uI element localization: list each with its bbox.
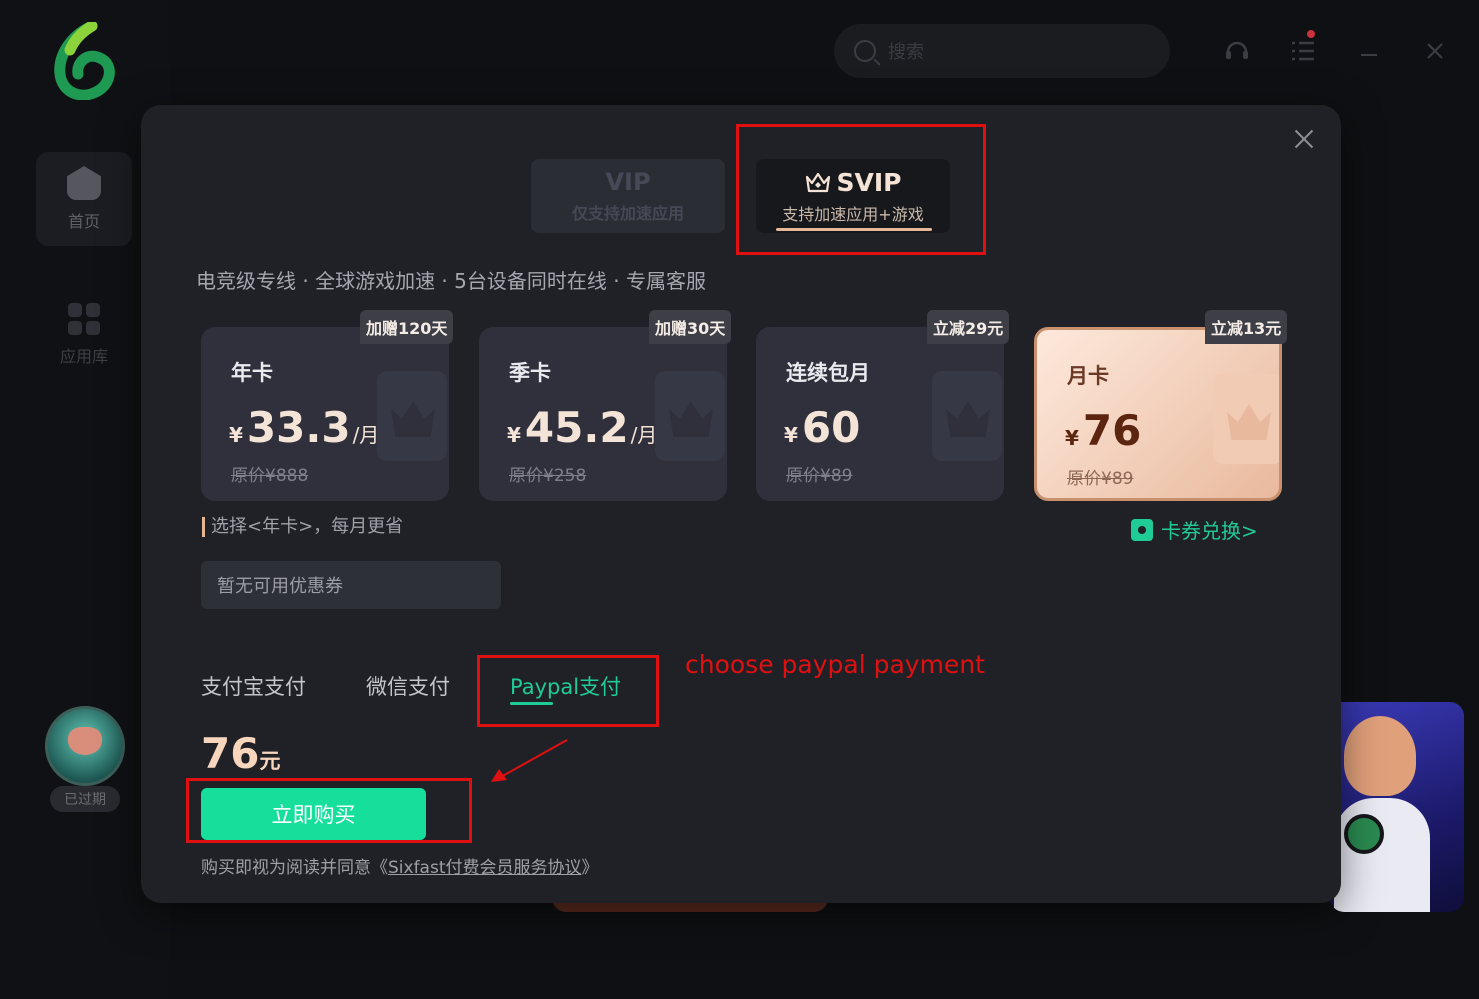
search-bar[interactable]: 搜索 <box>834 24 1170 78</box>
plan-price: ¥60 <box>784 403 861 452</box>
plan-original-price: 原价¥258 <box>509 466 587 486</box>
plan-original-price: 原价¥888 <box>231 466 309 486</box>
tier-tab-vip[interactable]: VIP 仅支持加速应用 <box>531 159 725 233</box>
search-placeholder: 搜索 <box>888 42 924 63</box>
service-agreement-link[interactable]: Sixfast付费会员服务协议 <box>388 858 582 878</box>
window-close-icon[interactable] <box>1420 36 1450 66</box>
plan-price: ¥76 <box>1065 406 1142 455</box>
annotation-box-svip <box>736 124 986 255</box>
menu-list-icon[interactable] <box>1288 36 1318 66</box>
membership-status-badge: 已过期 <box>50 786 120 812</box>
plan-hint: 选择<年卡>，每月更省 <box>202 517 403 537</box>
user-avatar[interactable]: 已过期 <box>42 706 128 814</box>
nav-apps-label: 应用库 <box>59 347 108 366</box>
tier-vip-title: VIP <box>605 168 651 196</box>
plan-card-quarterly[interactable]: 季卡 ¥45.2/月 原价¥258 <box>479 327 727 501</box>
annotation-box-paypal <box>477 655 659 727</box>
svip-features: 电竞级专线 · 全球游戏加速 · 5台设备同时在线 · 专属客服 <box>196 269 706 293</box>
plan-badge: 立减13元 <box>1205 310 1288 344</box>
crown-watermark-icon <box>1213 374 1279 464</box>
minimize-icon[interactable] <box>1354 36 1384 66</box>
plan-price: ¥33.3/月 <box>229 403 380 452</box>
plan-badge: 立减29元 <box>927 310 1010 344</box>
home-icon <box>67 166 101 200</box>
banner-character-body <box>1334 798 1430 912</box>
payment-tab-alipay[interactable]: 支付宝支付 <box>201 671 306 701</box>
banner-character-head <box>1344 716 1416 796</box>
crown-watermark-icon <box>932 371 1002 461</box>
nav-home-label: 首页 <box>67 212 100 231</box>
promo-banner[interactable] <box>1330 702 1464 912</box>
tier-vip-subtitle: 仅支持加速应用 <box>571 204 684 223</box>
ticket-icon <box>1131 518 1153 541</box>
plan-badge: 加赠120天 <box>360 310 454 344</box>
plan-name: 连续包月 <box>786 361 870 385</box>
payment-tab-wechat[interactable]: 微信支付 <box>366 671 450 701</box>
redeem-label: 卡券兑换> <box>1161 519 1258 543</box>
crown-watermark-icon <box>377 371 447 461</box>
search-icon <box>854 40 876 62</box>
plan-name: 年卡 <box>231 361 273 385</box>
annotation-box-buy <box>186 778 472 843</box>
plan-card-annual[interactable]: 年卡 ¥33.3/月 原价¥888 <box>201 327 449 501</box>
plan-card-monthly[interactable]: 月卡 ¥76 原价¥89 <box>1034 327 1282 501</box>
plan-original-price: 原价¥89 <box>1067 469 1134 489</box>
redeem-voucher-link[interactable]: 卡券兑换> <box>1131 515 1258 544</box>
nav-home[interactable]: 首页 <box>36 152 132 246</box>
customer-support-icon[interactable] <box>1222 36 1252 66</box>
nav-app-library[interactable]: 应用库 <box>36 288 132 382</box>
plan-badge: 加赠30天 <box>649 310 732 344</box>
notification-dot <box>1307 30 1315 38</box>
annotation-arrow-icon <box>491 739 568 782</box>
plan-price: ¥45.2/月 <box>507 403 658 452</box>
coupon-selector[interactable]: 暂无可用优惠券 <box>201 561 501 609</box>
plan-card-auto-renew[interactable]: 连续包月 ¥60 原价¥89 <box>756 327 1004 501</box>
avatar-image <box>45 706 125 786</box>
crown-watermark-icon <box>655 371 725 461</box>
annotation-text: choose paypal payment <box>685 650 985 679</box>
total-price: 76 元 <box>201 729 281 778</box>
banner-logo-icon <box>1344 814 1384 854</box>
modal-close-icon[interactable] <box>1289 125 1319 155</box>
plan-name: 季卡 <box>509 361 551 385</box>
app-logo-icon <box>54 22 115 100</box>
agreement-text: 购买即视为阅读并同意《Sixfast付费会员服务协议》 <box>201 858 599 878</box>
apps-grid-icon <box>68 303 100 335</box>
plan-name: 月卡 <box>1067 364 1109 388</box>
plan-original-price: 原价¥89 <box>786 466 853 486</box>
